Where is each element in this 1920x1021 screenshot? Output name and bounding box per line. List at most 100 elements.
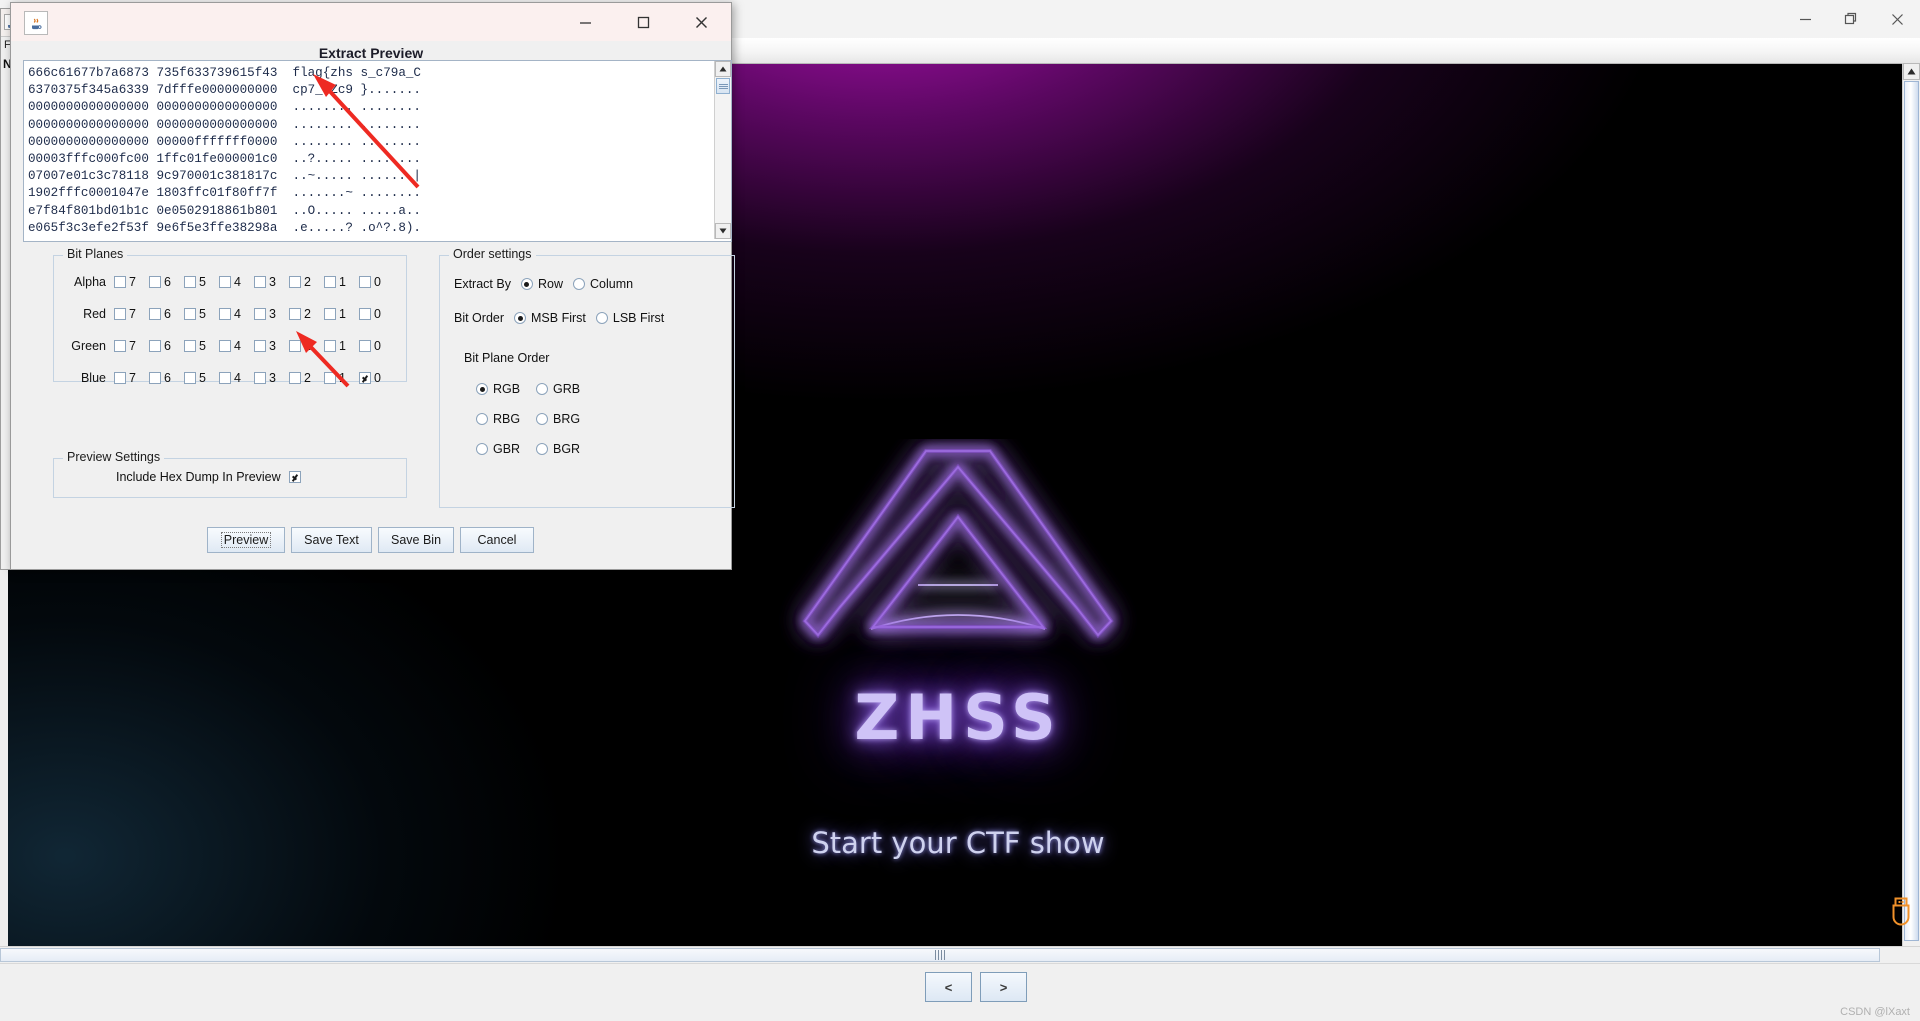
- order-settings-group-label: Order settings: [449, 247, 536, 261]
- bit-plane-order-row-2: RBG BRG: [476, 412, 580, 426]
- bit-label-4: 4: [234, 339, 241, 353]
- checkbox-blue-2[interactable]: [289, 372, 301, 384]
- dialog-close-button[interactable]: [672, 3, 730, 41]
- radio-bpo-brg[interactable]: BRG: [536, 412, 580, 426]
- checkbox-green-4[interactable]: [219, 340, 231, 352]
- dialog-titlebar[interactable]: [11, 3, 731, 41]
- zhss-mark-icon: [802, 449, 1114, 639]
- canvas-vertical-scrollbar[interactable]: [1902, 63, 1920, 963]
- canvas-horizontal-scrollbar[interactable]: [0, 946, 1920, 964]
- radio-indicator-lsb[interactable]: [595, 312, 608, 324]
- radio-label-lsb: LSB First: [612, 311, 665, 325]
- radio-indicator-row[interactable]: [520, 278, 533, 290]
- checkbox-alpha-1[interactable]: [324, 276, 336, 288]
- checkbox-green-6[interactable]: [149, 340, 161, 352]
- app-maximize-button[interactable]: [1828, 0, 1874, 38]
- scroll-up-icon[interactable]: [715, 61, 731, 77]
- radio-bpo-rgb[interactable]: RGB: [476, 382, 536, 396]
- radio-indicator-brg[interactable]: [536, 413, 548, 425]
- bit-label-5: 5: [199, 307, 206, 321]
- checkbox-green-0[interactable]: [359, 340, 371, 352]
- radio-indicator-rgb[interactable]: [476, 383, 488, 395]
- checkbox-red-0[interactable]: [359, 308, 371, 320]
- checkbox-include-hex-dump[interactable]: [288, 471, 301, 483]
- scroll-up-icon[interactable]: [1903, 63, 1920, 80]
- checkbox-alpha-5[interactable]: [184, 276, 196, 288]
- channel-label-green: Green: [71, 339, 106, 353]
- checkbox-blue-0[interactable]: [359, 372, 371, 384]
- bit-planes-group-label: Bit Planes: [63, 247, 128, 261]
- checkbox-alpha-6[interactable]: [149, 276, 161, 288]
- bit-label-3: 3: [269, 371, 276, 385]
- checkbox-red-6[interactable]: [149, 308, 161, 320]
- checkbox-blue-3[interactable]: [254, 372, 266, 384]
- checkbox-red-3[interactable]: [254, 308, 266, 320]
- hex-scroll-thumb[interactable]: [716, 78, 730, 94]
- channel-label-blue: Blue: [80, 371, 106, 385]
- checkbox-red-5[interactable]: [184, 308, 196, 320]
- radio-bit-order-lsb[interactable]: LSB First: [595, 311, 665, 325]
- hex-line: 0000000000000000 00000fffffff0000 ......…: [28, 134, 421, 149]
- checkbox-blue-7[interactable]: [114, 372, 126, 384]
- cancel-button[interactable]: Cancel: [460, 527, 534, 553]
- checkbox-alpha-4[interactable]: [219, 276, 231, 288]
- include-hex-dump-option[interactable]: Include Hex Dump In Preview: [116, 470, 301, 484]
- radio-indicator-gbr[interactable]: [476, 443, 488, 455]
- checkbox-red-1[interactable]: [324, 308, 336, 320]
- bit-label-4: 4: [234, 371, 241, 385]
- hex-dump-vertical-scrollbar[interactable]: [714, 61, 731, 239]
- checkbox-alpha-2[interactable]: [289, 276, 301, 288]
- save-bin-button[interactable]: Save Bin: [378, 527, 454, 553]
- checkbox-red-7[interactable]: [114, 308, 126, 320]
- hex-line: 07007e01c3c78118 9c970001c381817c ..~...…: [28, 169, 421, 184]
- radio-indicator-msb[interactable]: [514, 312, 527, 324]
- checkbox-red-2[interactable]: [289, 308, 301, 320]
- checkbox-alpha-3[interactable]: [254, 276, 266, 288]
- usb-drive-icon[interactable]: [1890, 896, 1912, 928]
- radio-indicator-grb[interactable]: [536, 383, 548, 395]
- checkbox-alpha-0[interactable]: [359, 276, 371, 288]
- radio-extract-by-column[interactable]: Column: [572, 277, 633, 291]
- channel-label-alpha: Alpha: [74, 275, 106, 289]
- checkbox-green-7[interactable]: [114, 340, 126, 352]
- dialog-minimize-button[interactable]: [556, 3, 614, 41]
- checkbox-green-2[interactable]: [289, 340, 301, 352]
- bit-label-4: 4: [234, 307, 241, 321]
- app-close-button[interactable]: [1874, 0, 1920, 38]
- radio-indicator-rbg[interactable]: [476, 413, 488, 425]
- checkbox-blue-4[interactable]: [219, 372, 231, 384]
- radio-bpo-gbr[interactable]: GBR: [476, 442, 536, 456]
- bit-plane-order-title: Bit Plane Order: [464, 351, 550, 365]
- checkbox-blue-1[interactable]: [324, 372, 336, 384]
- bit-label-6: 6: [164, 307, 171, 321]
- next-image-button[interactable]: >: [980, 972, 1027, 1002]
- radio-label-msb: MSB First: [531, 311, 586, 325]
- radio-bit-order-msb[interactable]: MSB First: [514, 311, 586, 325]
- checkbox-red-4[interactable]: [219, 308, 231, 320]
- radio-indicator-bgr[interactable]: [536, 443, 548, 455]
- save-text-button[interactable]: Save Text: [291, 527, 372, 553]
- hex-dump-preview-panel[interactable]: 666c61677b7a6873 735f633739615f43 flag{z…: [23, 60, 732, 242]
- hex-dump-text[interactable]: 666c61677b7a6873 735f633739615f43 flag{z…: [24, 61, 710, 239]
- radio-bpo-rbg[interactable]: RBG: [476, 412, 536, 426]
- bit-label-3: 3: [269, 275, 276, 289]
- radio-bpo-grb[interactable]: GRB: [536, 382, 580, 396]
- checkbox-blue-5[interactable]: [184, 372, 196, 384]
- radio-bpo-bgr[interactable]: BGR: [536, 442, 580, 456]
- checkbox-blue-6[interactable]: [149, 372, 161, 384]
- dialog-maximize-button[interactable]: [614, 3, 672, 41]
- previous-image-button[interactable]: <: [925, 972, 972, 1002]
- brand-wordmark: ZHSS: [854, 681, 1062, 754]
- canvas-vscroll-thumb[interactable]: [1904, 81, 1919, 941]
- radio-indicator-column[interactable]: [572, 278, 585, 290]
- app-minimize-button[interactable]: [1782, 0, 1828, 38]
- checkbox-green-1[interactable]: [324, 340, 336, 352]
- checkbox-green-5[interactable]: [184, 340, 196, 352]
- bottom-navigation-bar: < > CSDN @lXaxt: [0, 963, 1920, 1021]
- preview-button[interactable]: Preview: [207, 527, 285, 553]
- checkbox-green-3[interactable]: [254, 340, 266, 352]
- radio-extract-by-row[interactable]: Row: [520, 277, 563, 291]
- scroll-down-icon[interactable]: [715, 223, 731, 239]
- checkbox-alpha-7[interactable]: [114, 276, 126, 288]
- extract-by-row: Extract By Row Column: [454, 277, 633, 291]
